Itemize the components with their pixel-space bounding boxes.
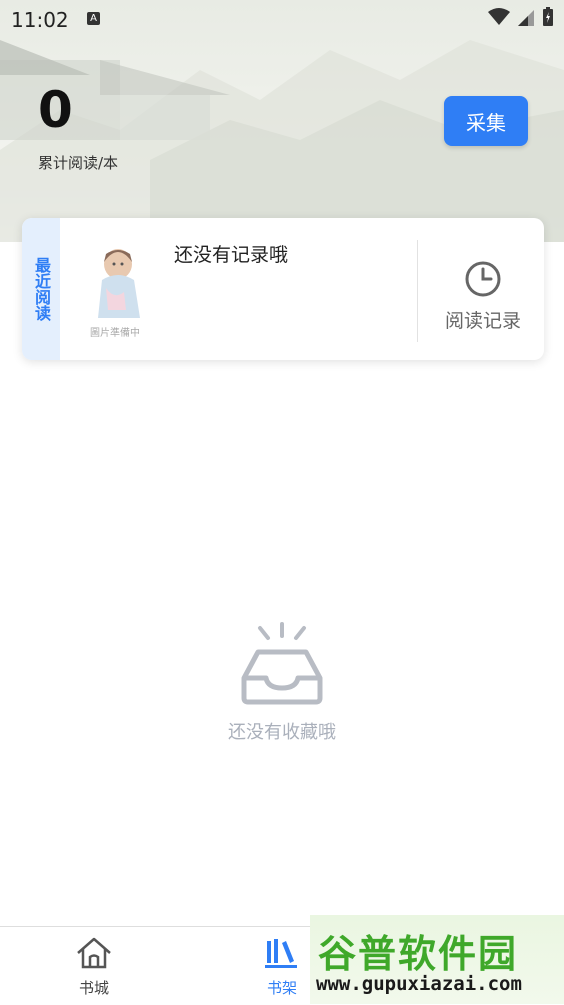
watermark-url: www.gupuxiazai.com: [316, 973, 522, 995]
watermark: 谷普软件园 www.gupuxiazai.com: [310, 915, 564, 1004]
empty-inbox-icon: [241, 622, 323, 705]
recent-reading-tab-label: 最近阅读: [32, 257, 51, 321]
read-count: 0: [38, 81, 73, 139]
recent-reading-card[interactable]: 最近阅读 圖片準備中 还没有记录哦 阅读记录: [22, 218, 544, 360]
clock-icon: [465, 261, 501, 297]
status-bar: 11:02 A: [0, 0, 564, 38]
signal-icon: [518, 10, 534, 26]
status-icons: [488, 7, 554, 27]
cover-caption: 圖片準備中: [90, 328, 140, 339]
notification-icon: A: [87, 12, 100, 25]
status-time: 11:02: [11, 8, 69, 32]
wifi-icon: [488, 8, 510, 25]
nav-label-bookstore: 书城: [78, 979, 109, 997]
reading-history-button[interactable]: 阅读记录: [440, 260, 526, 333]
shelf-empty-message: 还没有收藏哦: [228, 722, 336, 743]
reading-history-label: 阅读记录: [444, 310, 521, 332]
bookshelf-icon: [265, 939, 297, 968]
battery-icon: [543, 7, 553, 26]
read-count-label: 累计阅读/本: [38, 154, 119, 172]
collect-button[interactable]: 采集: [444, 96, 528, 146]
recent-empty-message: 还没有记录哦: [174, 244, 289, 266]
watermark-title: 谷普软件园: [318, 932, 519, 976]
card-divider: [417, 240, 418, 342]
recent-reading-tab: 最近阅读: [22, 218, 60, 360]
home-icon: [77, 937, 111, 969]
nav-item-bookstore[interactable]: 书城: [54, 935, 134, 998]
